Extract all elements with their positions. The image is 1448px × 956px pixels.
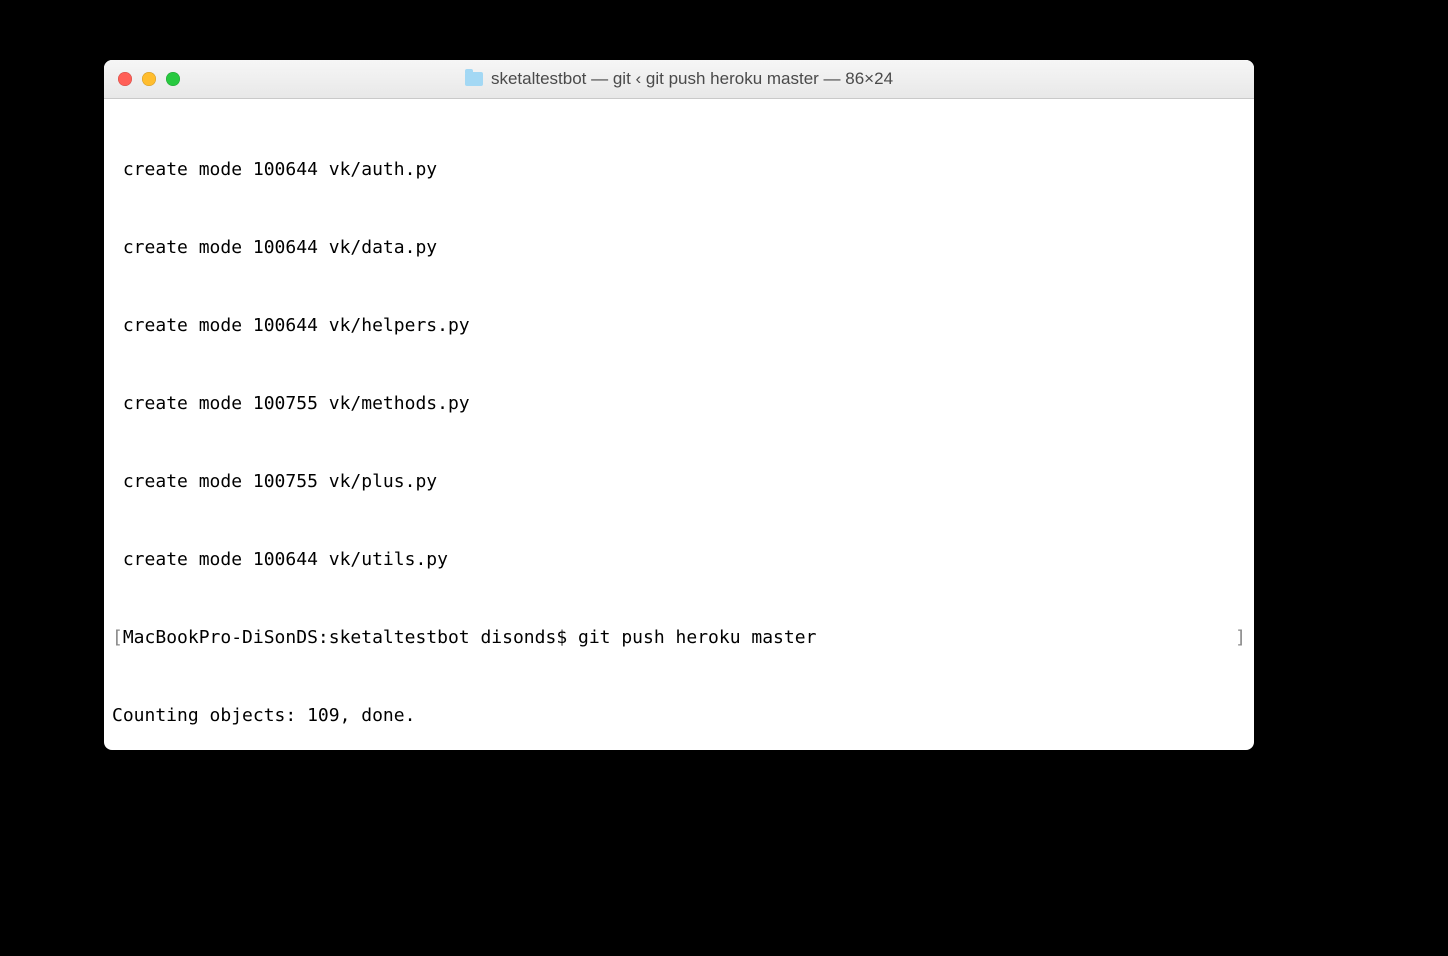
traffic-lights (104, 72, 180, 86)
terminal-line: create mode 100644 vk/helpers.py (112, 313, 1246, 339)
terminal-line: create mode 100644 vk/auth.py (112, 157, 1246, 183)
titlebar[interactable]: sketaltestbot — git ‹ git push heroku ma… (104, 60, 1254, 99)
prompt-close-bracket: ] (1235, 625, 1246, 651)
prompt-open-bracket: [ (112, 627, 123, 648)
window-title: sketaltestbot — git ‹ git push heroku ma… (491, 69, 893, 89)
terminal-line: Counting objects: 109, done. (112, 703, 1246, 729)
terminal-window: sketaltestbot — git ‹ git push heroku ma… (104, 60, 1254, 750)
zoom-button[interactable] (166, 72, 180, 86)
close-button[interactable] (118, 72, 132, 86)
terminal-line: create mode 100755 vk/plus.py (112, 469, 1246, 495)
minimize-button[interactable] (142, 72, 156, 86)
terminal-prompt-line: [MacBookPro-DiSonDS:sketaltestbot disond… (112, 625, 1246, 651)
terminal-line: create mode 100755 vk/methods.py (112, 391, 1246, 417)
prompt-text: MacBookPro-DiSonDS:sketaltestbot disonds… (123, 627, 817, 648)
window-title-wrap: sketaltestbot — git ‹ git push heroku ma… (104, 69, 1254, 89)
folder-icon (465, 72, 483, 86)
terminal-line: create mode 100644 vk/data.py (112, 235, 1246, 261)
terminal-body[interactable]: create mode 100644 vk/auth.py create mod… (104, 99, 1254, 750)
terminal-line: create mode 100644 vk/utils.py (112, 547, 1246, 573)
